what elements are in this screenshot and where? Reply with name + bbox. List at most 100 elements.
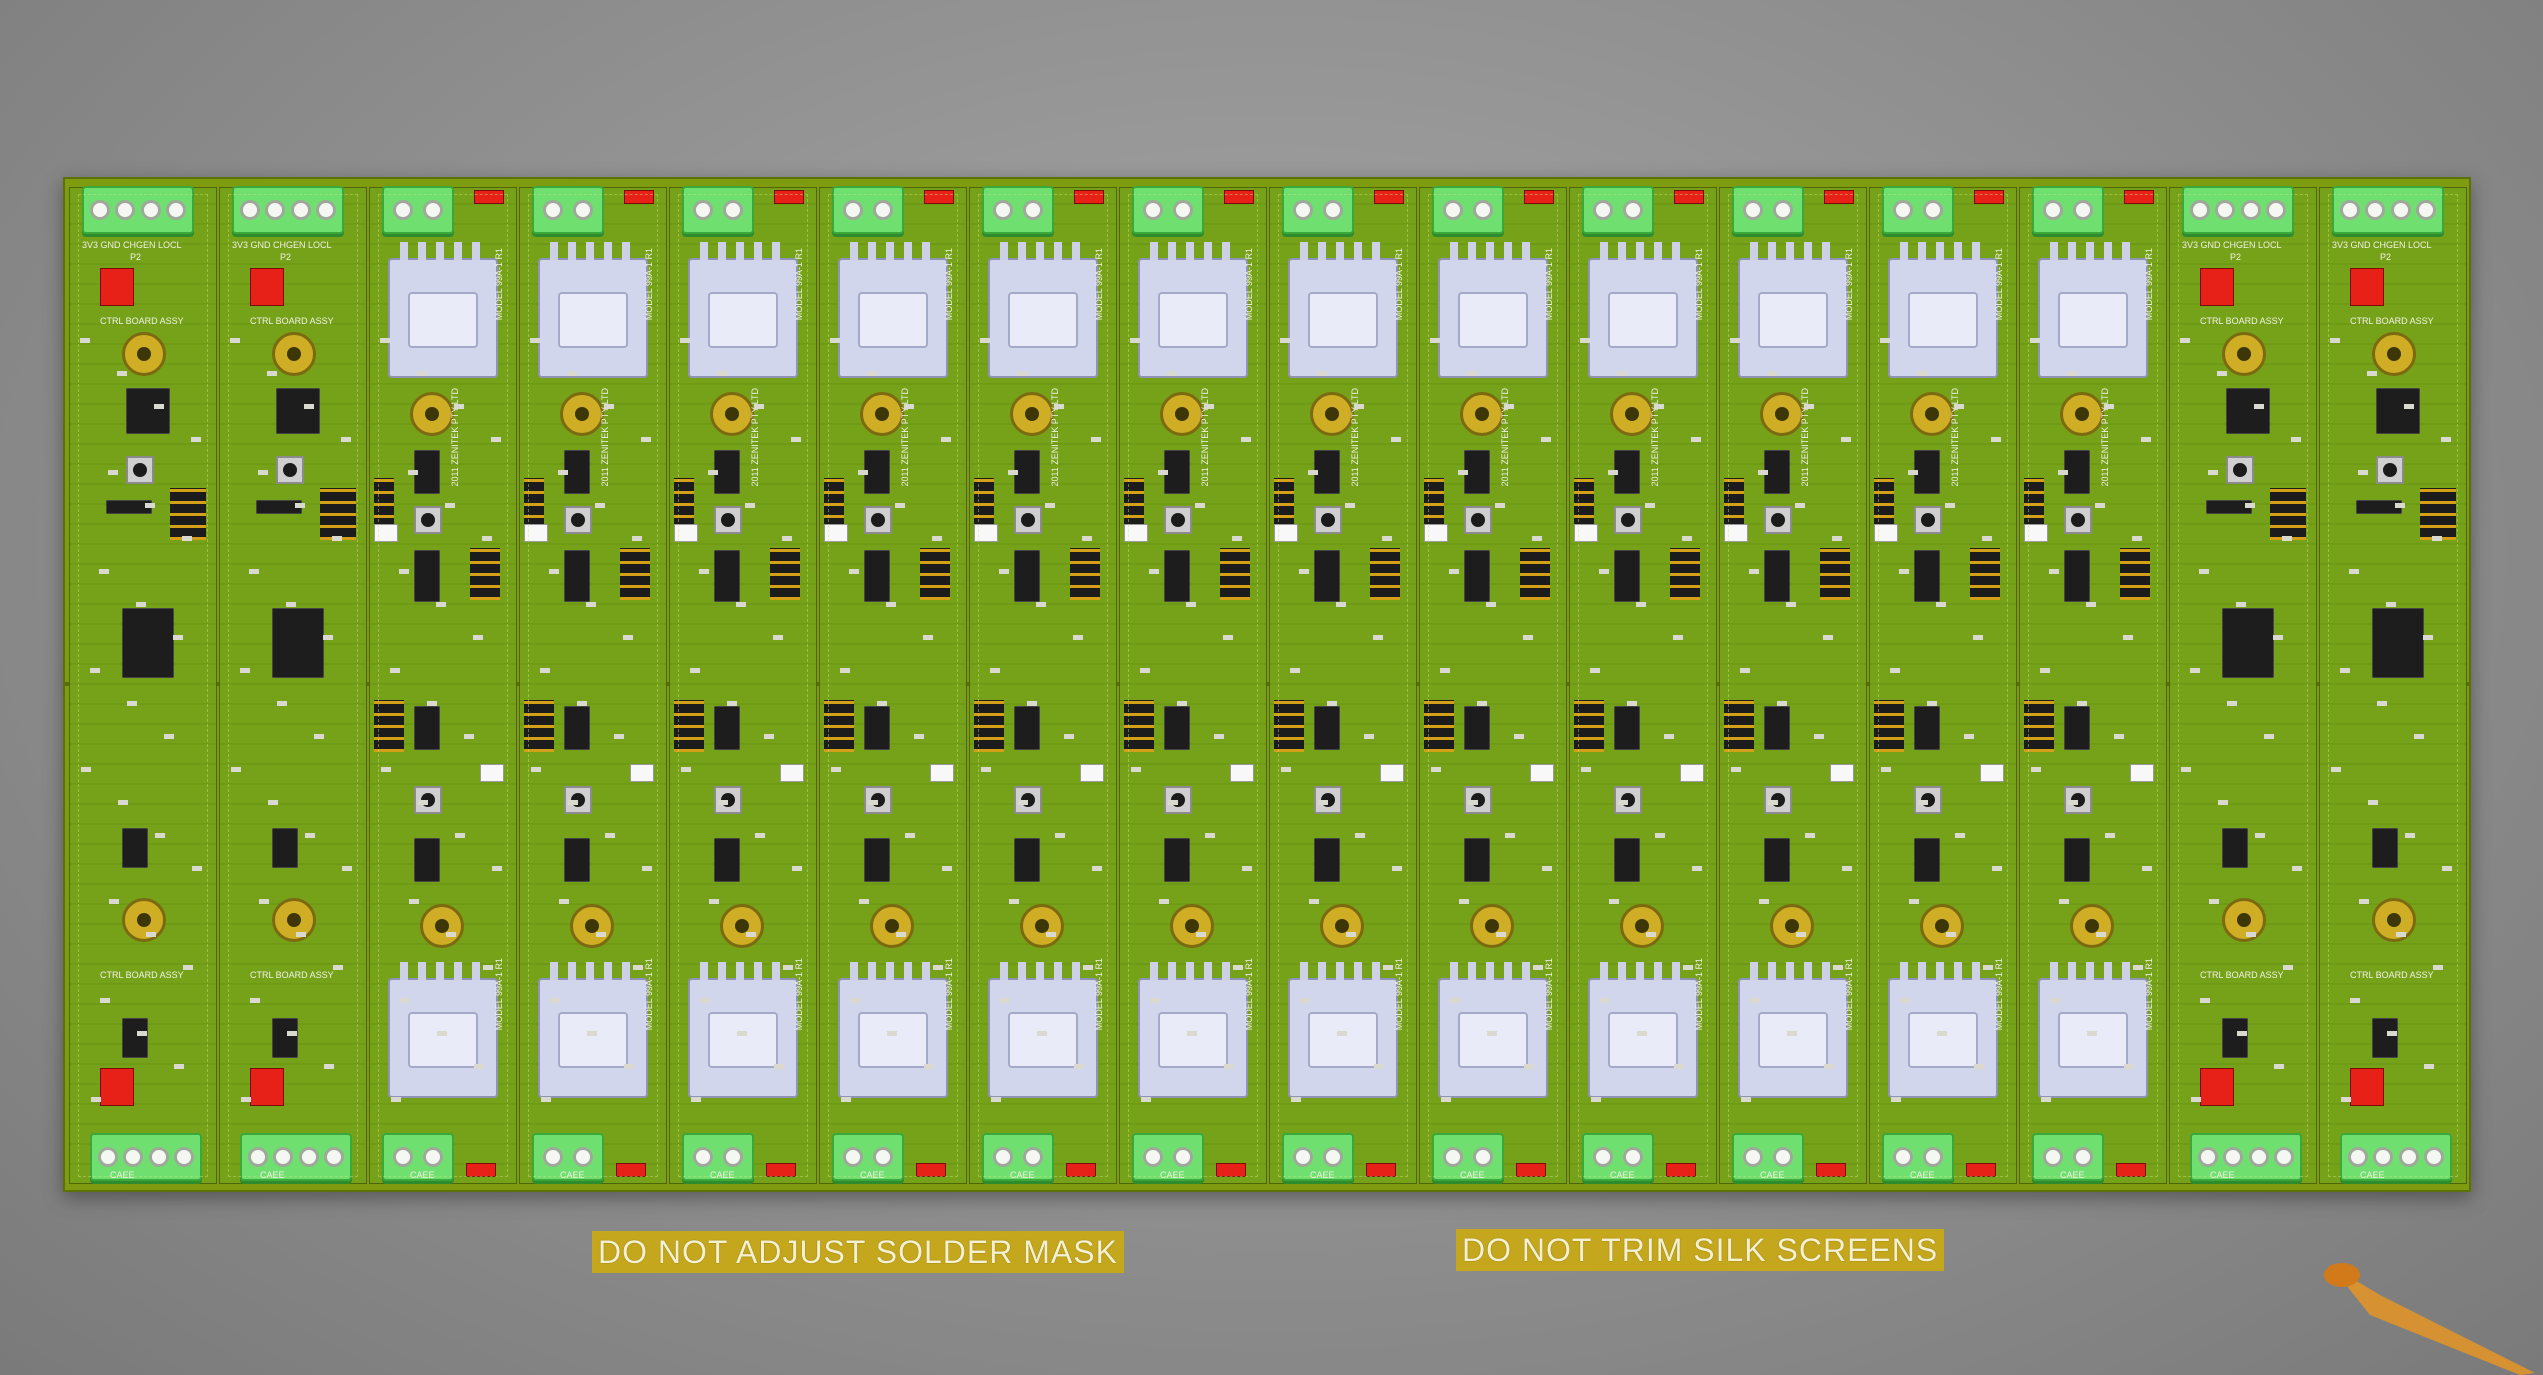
- smd-component: [2132, 536, 2142, 541]
- smd-component: [250, 998, 260, 1003]
- smd-component: [999, 569, 1009, 574]
- smd-component: [1955, 833, 1965, 838]
- solder-mask-note: DO NOT ADJUST SOLDER MASK: [592, 1231, 1124, 1273]
- ic-chip: [272, 608, 324, 678]
- smd-component: [991, 1097, 1001, 1102]
- smd-component: [80, 338, 90, 343]
- heatsink: [1138, 242, 1248, 378]
- screw-terminal-icon: [273, 1147, 294, 1167]
- smd-component: [1945, 503, 1955, 508]
- board-label: MODEL 99A-1 R1: [2144, 248, 2154, 321]
- smd-component: [1946, 932, 1956, 937]
- pin-header: [1574, 700, 1604, 752]
- smd-component: [755, 833, 765, 838]
- pin-header: [320, 488, 356, 540]
- terminal-block: [1882, 186, 1954, 234]
- smd-component: [783, 965, 793, 970]
- board-label: CTRL BOARD ASSY: [2350, 970, 2434, 980]
- screw-terminal-icon: [1022, 1147, 1043, 1167]
- 3d-pcb-viewport[interactable]: 3V3 GND CHGEN LOCL P2 CTRL BOARD ASSY CTRL …: [0, 0, 2543, 1375]
- led: [674, 524, 698, 542]
- smd-component: [2282, 536, 2292, 541]
- smd-component: [1083, 965, 1093, 970]
- smd-component: [381, 767, 391, 772]
- copyright-text: 2011 ZENITEK PTY LTD: [1650, 388, 1660, 487]
- smd-component: [1608, 470, 1618, 475]
- heatsink: [1438, 962, 1548, 1098]
- edge-text: CAEE: [2060, 1170, 2085, 1180]
- origin-axis-icon[interactable]: [2320, 1255, 2540, 1375]
- board-label: MODEL 99A-1 R1: [1244, 958, 1254, 1031]
- terminal-block: [1582, 186, 1654, 234]
- screw-terminal-icon: [843, 200, 864, 220]
- ic-chip: [1464, 706, 1490, 750]
- smd-component: [127, 701, 137, 706]
- ctrl-board: 3V3 GND CHGEN LOCL P2 CTRL BOARD ASSY CTRL …: [69, 186, 217, 1184]
- smd-component: [1927, 701, 1937, 706]
- smd-component: [1177, 701, 1187, 706]
- smd-component: [691, 1097, 701, 1102]
- smd-component: [1842, 866, 1852, 871]
- screw-terminal-icon: [872, 200, 893, 220]
- ic-chip: [2226, 388, 2270, 434]
- screw-terminal-icon: [1622, 200, 1643, 220]
- smd-component: [1982, 536, 1992, 541]
- power-board: MODEL 99A-1 R1 2011 ZENITEK PTY LTD MODEL …: [2019, 186, 2167, 1184]
- board-label: MODEL 99A-1 R1: [644, 248, 654, 321]
- smd-component: [1168, 800, 1178, 805]
- screw-terminal-icon: [422, 1147, 443, 1167]
- smd-component: [2264, 734, 2274, 739]
- smd-component: [1823, 635, 1833, 640]
- screw-terminal-icon: [2072, 200, 2093, 220]
- screw-terminal-icon: [2416, 200, 2437, 220]
- ic-chip: [564, 838, 590, 882]
- led: [824, 524, 848, 542]
- screw-terminal-icon: [843, 1147, 864, 1167]
- smd-component: [1617, 371, 1627, 376]
- smd-component: [1591, 1097, 1601, 1102]
- heatsink: [1438, 242, 1548, 378]
- smd-component: [118, 800, 128, 805]
- smd-component: [2180, 338, 2190, 343]
- capacitor: [1310, 392, 1354, 436]
- smd-component: [1467, 371, 1477, 376]
- smd-component: [990, 668, 1000, 673]
- smd-component: [567, 371, 577, 376]
- header-ref: P2: [2230, 252, 2242, 262]
- smd-component: [1590, 668, 1600, 673]
- capacitor: [2372, 898, 2416, 942]
- smd-component: [1600, 998, 1610, 1003]
- smd-component: [614, 734, 624, 739]
- smd-component: [2404, 404, 2414, 409]
- smd-component: [1195, 503, 1205, 508]
- board-label: MODEL 99A-1 R1: [1994, 958, 2004, 1031]
- smd-component: [1045, 503, 1055, 508]
- pin-header: [2024, 700, 2054, 752]
- pin-header: [524, 478, 544, 530]
- led: [1230, 764, 1254, 782]
- led: [1424, 524, 1448, 542]
- heatsink: [1288, 242, 1398, 378]
- smd-component: [1758, 470, 1768, 475]
- jumper: [2124, 190, 2154, 204]
- capacitor: [1770, 904, 1814, 948]
- smd-component: [1581, 767, 1591, 772]
- board-label: MODEL 99A-1 R1: [1844, 958, 1854, 1031]
- smd-component: [2441, 437, 2451, 442]
- smd-component: [109, 899, 119, 904]
- screw-terminal-icon: [1893, 1147, 1914, 1167]
- smd-component: [2405, 833, 2415, 838]
- screw-terminal-icon: [123, 1147, 144, 1167]
- heatsink: [1588, 242, 1698, 378]
- smd-component: [2133, 965, 2143, 970]
- screw-terminal-icon: [393, 200, 414, 220]
- ic-chip: [1164, 706, 1190, 750]
- pin-header: [2024, 478, 2044, 530]
- smd-component: [100, 998, 110, 1003]
- pin-header: [1724, 478, 1744, 530]
- board-label: CTRL BOARD ASSY: [2200, 316, 2284, 326]
- smd-component: [473, 635, 483, 640]
- smd-component: [1336, 602, 1346, 607]
- smd-component: [323, 635, 333, 640]
- smd-component: [2227, 701, 2237, 706]
